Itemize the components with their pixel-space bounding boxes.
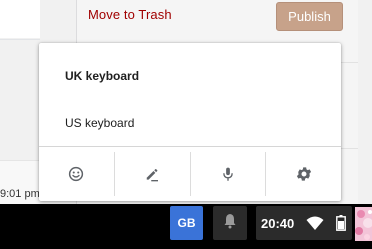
handwriting-pen-icon (143, 165, 161, 183)
timestamp-text: 9:01 pm (0, 188, 40, 200)
bell-icon (223, 213, 237, 234)
timestamp-value: 9:01 pm (0, 188, 40, 200)
move-to-trash-link[interactable]: Move to Trash (88, 7, 172, 22)
ime-item-uk-keyboard[interactable]: UK keyboard (65, 69, 139, 83)
divider (0, 39, 40, 40)
settings-button[interactable] (266, 147, 341, 201)
editor-left-panel (0, 0, 40, 38)
microphone-icon (219, 165, 237, 183)
divider (0, 160, 40, 161)
right-strip (358, 0, 372, 204)
ime-toolbar (39, 147, 341, 201)
status-tray[interactable]: 20:40 (256, 206, 352, 240)
clock: 20:40 (261, 215, 295, 231)
ime-menu-popup: UK keyboard US keyboard (39, 43, 341, 201)
handwriting-button[interactable] (115, 147, 190, 201)
voice-input-button[interactable] (191, 147, 266, 201)
settings-gear-icon (295, 165, 313, 183)
divider (340, 62, 358, 63)
user-avatar[interactable] (355, 207, 372, 241)
emoji-icon (67, 165, 85, 183)
notifications-button[interactable] (213, 206, 247, 240)
publish-button[interactable]: Publish (276, 2, 343, 31)
ime-item-us-keyboard[interactable]: US keyboard (65, 116, 134, 130)
divider (340, 148, 358, 149)
emoji-button[interactable] (39, 147, 114, 201)
ime-indicator-button[interactable]: GB (170, 206, 203, 240)
